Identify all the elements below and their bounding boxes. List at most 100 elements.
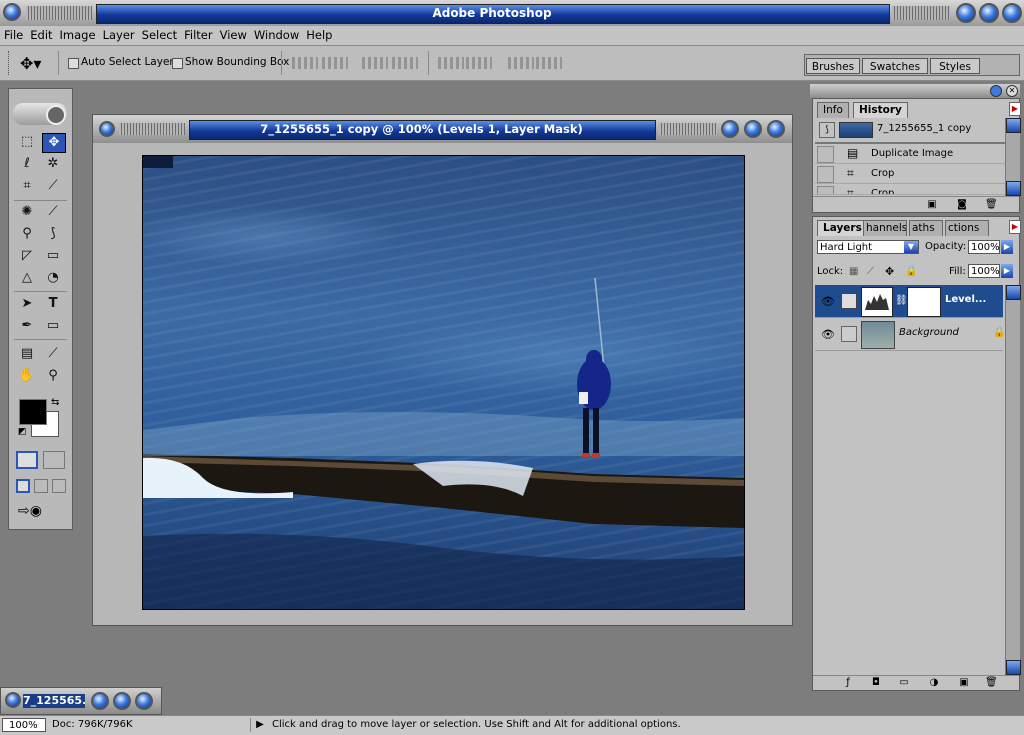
history-scroll-up[interactable]: [1006, 118, 1021, 133]
history-brush-source-icon[interactable]: ⟆: [819, 122, 835, 138]
history-item[interactable]: ⌗ Crop: [815, 164, 1005, 184]
lock-position-icon[interactable]: ✥: [885, 265, 894, 278]
menu-help[interactable]: Help: [302, 26, 335, 42]
document-title-bar[interactable]: 7_1255655_1 copy @ 100% (Levels 1, Layer…: [93, 115, 792, 143]
fill-input[interactable]: 100%: [968, 264, 1000, 278]
healing-brush-icon[interactable]: ✺: [16, 203, 38, 221]
notes-tool-icon[interactable]: ▤: [16, 345, 38, 363]
min-doc-close-button[interactable]: [135, 692, 153, 710]
dodge-tool-icon[interactable]: ◔: [42, 269, 64, 287]
history-brush-icon[interactable]: ⟆: [42, 225, 64, 243]
add-mask-icon[interactable]: ◘: [871, 678, 881, 688]
brush-tool-icon[interactable]: ⟋: [42, 203, 64, 221]
zoom-tool-icon[interactable]: ⚲: [42, 367, 64, 385]
jump-to-imageready-icon[interactable]: ⇨◉: [18, 503, 62, 521]
doc-close-button[interactable]: [767, 120, 785, 138]
app-icon[interactable]: [3, 3, 21, 21]
new-set-icon[interactable]: ▭: [899, 678, 909, 688]
slice-tool-icon[interactable]: ⟋: [42, 177, 64, 195]
layer-style-icon[interactable]: ƒ: [843, 678, 853, 688]
chevron-down-icon[interactable]: ▼: [904, 241, 918, 253]
screen-mode-full-icon[interactable]: [52, 479, 66, 493]
lock-all-icon[interactable]: 🔒: [905, 266, 917, 277]
lasso-tool-icon[interactable]: ℓ: [16, 155, 38, 173]
menu-layer[interactable]: Layer: [99, 26, 138, 42]
new-document-icon[interactable]: ▣: [927, 200, 937, 210]
tab-channels[interactable]: hannels: [863, 220, 907, 236]
move-tool-icon[interactable]: ✥: [42, 133, 66, 153]
visibility-eye-icon[interactable]: 👁: [821, 328, 835, 341]
path-select-icon[interactable]: ➤: [16, 295, 38, 313]
history-scrollbar[interactable]: [1005, 118, 1021, 196]
clone-stamp-icon[interactable]: ⚲: [16, 225, 38, 243]
trash-icon[interactable]: 🗑: [985, 678, 998, 688]
new-snapshot-icon[interactable]: ◙: [957, 200, 967, 210]
layer-link-box[interactable]: [841, 293, 857, 309]
layer-mask-thumbnail[interactable]: [907, 287, 941, 317]
pen-tool-icon[interactable]: ✒: [16, 317, 38, 335]
lock-transparent-icon[interactable]: ▦: [849, 266, 858, 277]
trash-icon[interactable]: 🗑: [985, 200, 998, 210]
min-doc-maximize-button[interactable]: [113, 692, 131, 710]
zoom-input[interactable]: 100%: [2, 718, 46, 732]
align-vcenter-icon[interactable]: [322, 57, 348, 69]
fill-slider-arrow-icon[interactable]: ▶: [1001, 264, 1013, 278]
menu-select[interactable]: Select: [138, 26, 180, 42]
status-menu-arrow-icon[interactable]: ▶: [250, 718, 269, 732]
layers-scroll-up[interactable]: [1006, 285, 1021, 300]
screen-mode-full-menu-icon[interactable]: [34, 479, 48, 493]
gradient-tool-icon[interactable]: ▭: [42, 247, 64, 265]
history-scroll-down[interactable]: [1006, 181, 1021, 196]
minimized-document[interactable]: 7_125565...: [0, 687, 162, 715]
palette-dock-header[interactable]: ✕: [810, 84, 1020, 98]
image-canvas[interactable]: [142, 155, 745, 610]
minimize-button[interactable]: [956, 3, 976, 23]
layers-scrollbar[interactable]: [1005, 285, 1021, 675]
new-adjustment-layer-icon[interactable]: ◑: [929, 678, 939, 688]
opacity-slider-arrow-icon[interactable]: ▶: [1001, 240, 1013, 254]
layer-link-box[interactable]: [841, 326, 857, 342]
crop-tool-icon[interactable]: ⌗: [16, 177, 38, 195]
tab-layers[interactable]: Layers: [817, 220, 868, 236]
tab-paths[interactable]: aths: [909, 220, 943, 236]
menu-edit[interactable]: Edit: [26, 26, 55, 42]
align-left-icon[interactable]: [362, 57, 388, 69]
show-bounding-checkbox[interactable]: [172, 58, 183, 69]
history-menu-arrow-icon[interactable]: ▶: [1009, 102, 1021, 116]
menu-window[interactable]: Window: [250, 26, 302, 42]
tab-history[interactable]: History: [853, 102, 908, 118]
doc-minimize-button[interactable]: [721, 120, 739, 138]
menu-file[interactable]: File: [0, 26, 26, 42]
eraser-tool-icon[interactable]: ◸: [16, 247, 38, 265]
menu-image[interactable]: Image: [56, 26, 99, 42]
history-item[interactable]: ▤ Duplicate Image: [815, 144, 1005, 164]
history-item-box[interactable]: [817, 186, 834, 194]
distribute-center-icon[interactable]: [466, 57, 492, 69]
align-top-icon[interactable]: [292, 57, 318, 69]
mask-link-icon[interactable]: ⛓: [895, 295, 908, 306]
maximize-button[interactable]: [979, 3, 999, 23]
history-item[interactable]: ⌗ Crop: [815, 184, 1005, 195]
doc-maximize-button[interactable]: [744, 120, 762, 138]
layer-row-levels[interactable]: 👁 ⛓ Level...: [815, 285, 1003, 318]
new-layer-icon[interactable]: ▣: [959, 678, 969, 688]
layer-row-background[interactable]: 👁 Background 🔒: [815, 318, 1005, 351]
distribute-right-icon[interactable]: [536, 57, 562, 69]
levels-adjustment-thumbnail-icon[interactable]: [861, 287, 893, 317]
foreground-color-front[interactable]: [19, 399, 47, 425]
swap-colors-icon[interactable]: ⇆: [51, 397, 59, 408]
standard-mode-icon[interactable]: [16, 451, 38, 469]
hand-tool-icon[interactable]: ✋: [16, 367, 38, 385]
marquee-tool-icon[interactable]: ⬚: [16, 133, 38, 151]
minimized-doc-icon[interactable]: [5, 692, 21, 708]
magic-wand-tool-icon[interactable]: ✲: [42, 155, 64, 173]
distribute-left-icon[interactable]: [508, 57, 534, 69]
history-snapshot-row[interactable]: ⟆ 7_1255655_1 copy: [815, 118, 1005, 144]
visibility-eye-icon[interactable]: 👁: [821, 295, 835, 308]
close-button[interactable]: [1002, 3, 1022, 23]
auto-select-checkbox[interactable]: [68, 58, 79, 69]
blur-tool-icon[interactable]: △: [16, 269, 38, 287]
layers-scroll-down[interactable]: [1006, 660, 1021, 675]
history-item-box[interactable]: [817, 166, 834, 183]
min-doc-restore-button[interactable]: [91, 692, 109, 710]
